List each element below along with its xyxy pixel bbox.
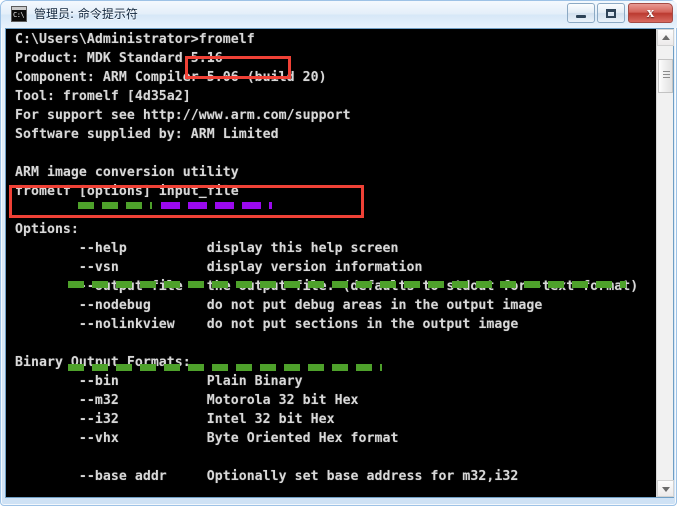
chevron-down-icon [661, 486, 670, 492]
scroll-up-arrow-icon[interactable] [657, 29, 674, 46]
vertical-scrollbar[interactable] [656, 29, 674, 497]
close-icon: x [646, 4, 655, 21]
minimize-button[interactable] [567, 3, 595, 23]
icon-prompt-glyph: C:\ [13, 11, 25, 19]
console-window: C:\ 管理员: 命令提示符 x C:\Users\Administrator>… [0, 0, 677, 506]
window-bottom-edge [1, 496, 677, 505]
minimize-icon [568, 4, 594, 22]
scroll-down-arrow-icon[interactable] [657, 480, 674, 497]
console-output-area[interactable]: C:\Users\Administrator>fromelf Product: … [6, 29, 656, 497]
window-title: 管理员: 命令提示符 [34, 7, 138, 21]
console-client-area: C:\Users\Administrator>fromelf Product: … [5, 28, 674, 498]
command-prompt-icon[interactable]: C:\ [11, 6, 27, 22]
icon-title-strip [12, 7, 26, 10]
console-text: C:\Users\Administrator>fromelf Product: … [15, 32, 639, 484]
chevron-up-icon [661, 34, 670, 40]
close-button[interactable]: x [628, 3, 673, 23]
scrollbar-grip-icon [663, 71, 670, 80]
scrollbar-thumb[interactable] [658, 59, 673, 93]
maximize-icon [598, 4, 624, 22]
maximize-button[interactable] [597, 3, 625, 23]
title-bar[interactable]: C:\ 管理员: 命令提示符 x [1, 1, 677, 28]
